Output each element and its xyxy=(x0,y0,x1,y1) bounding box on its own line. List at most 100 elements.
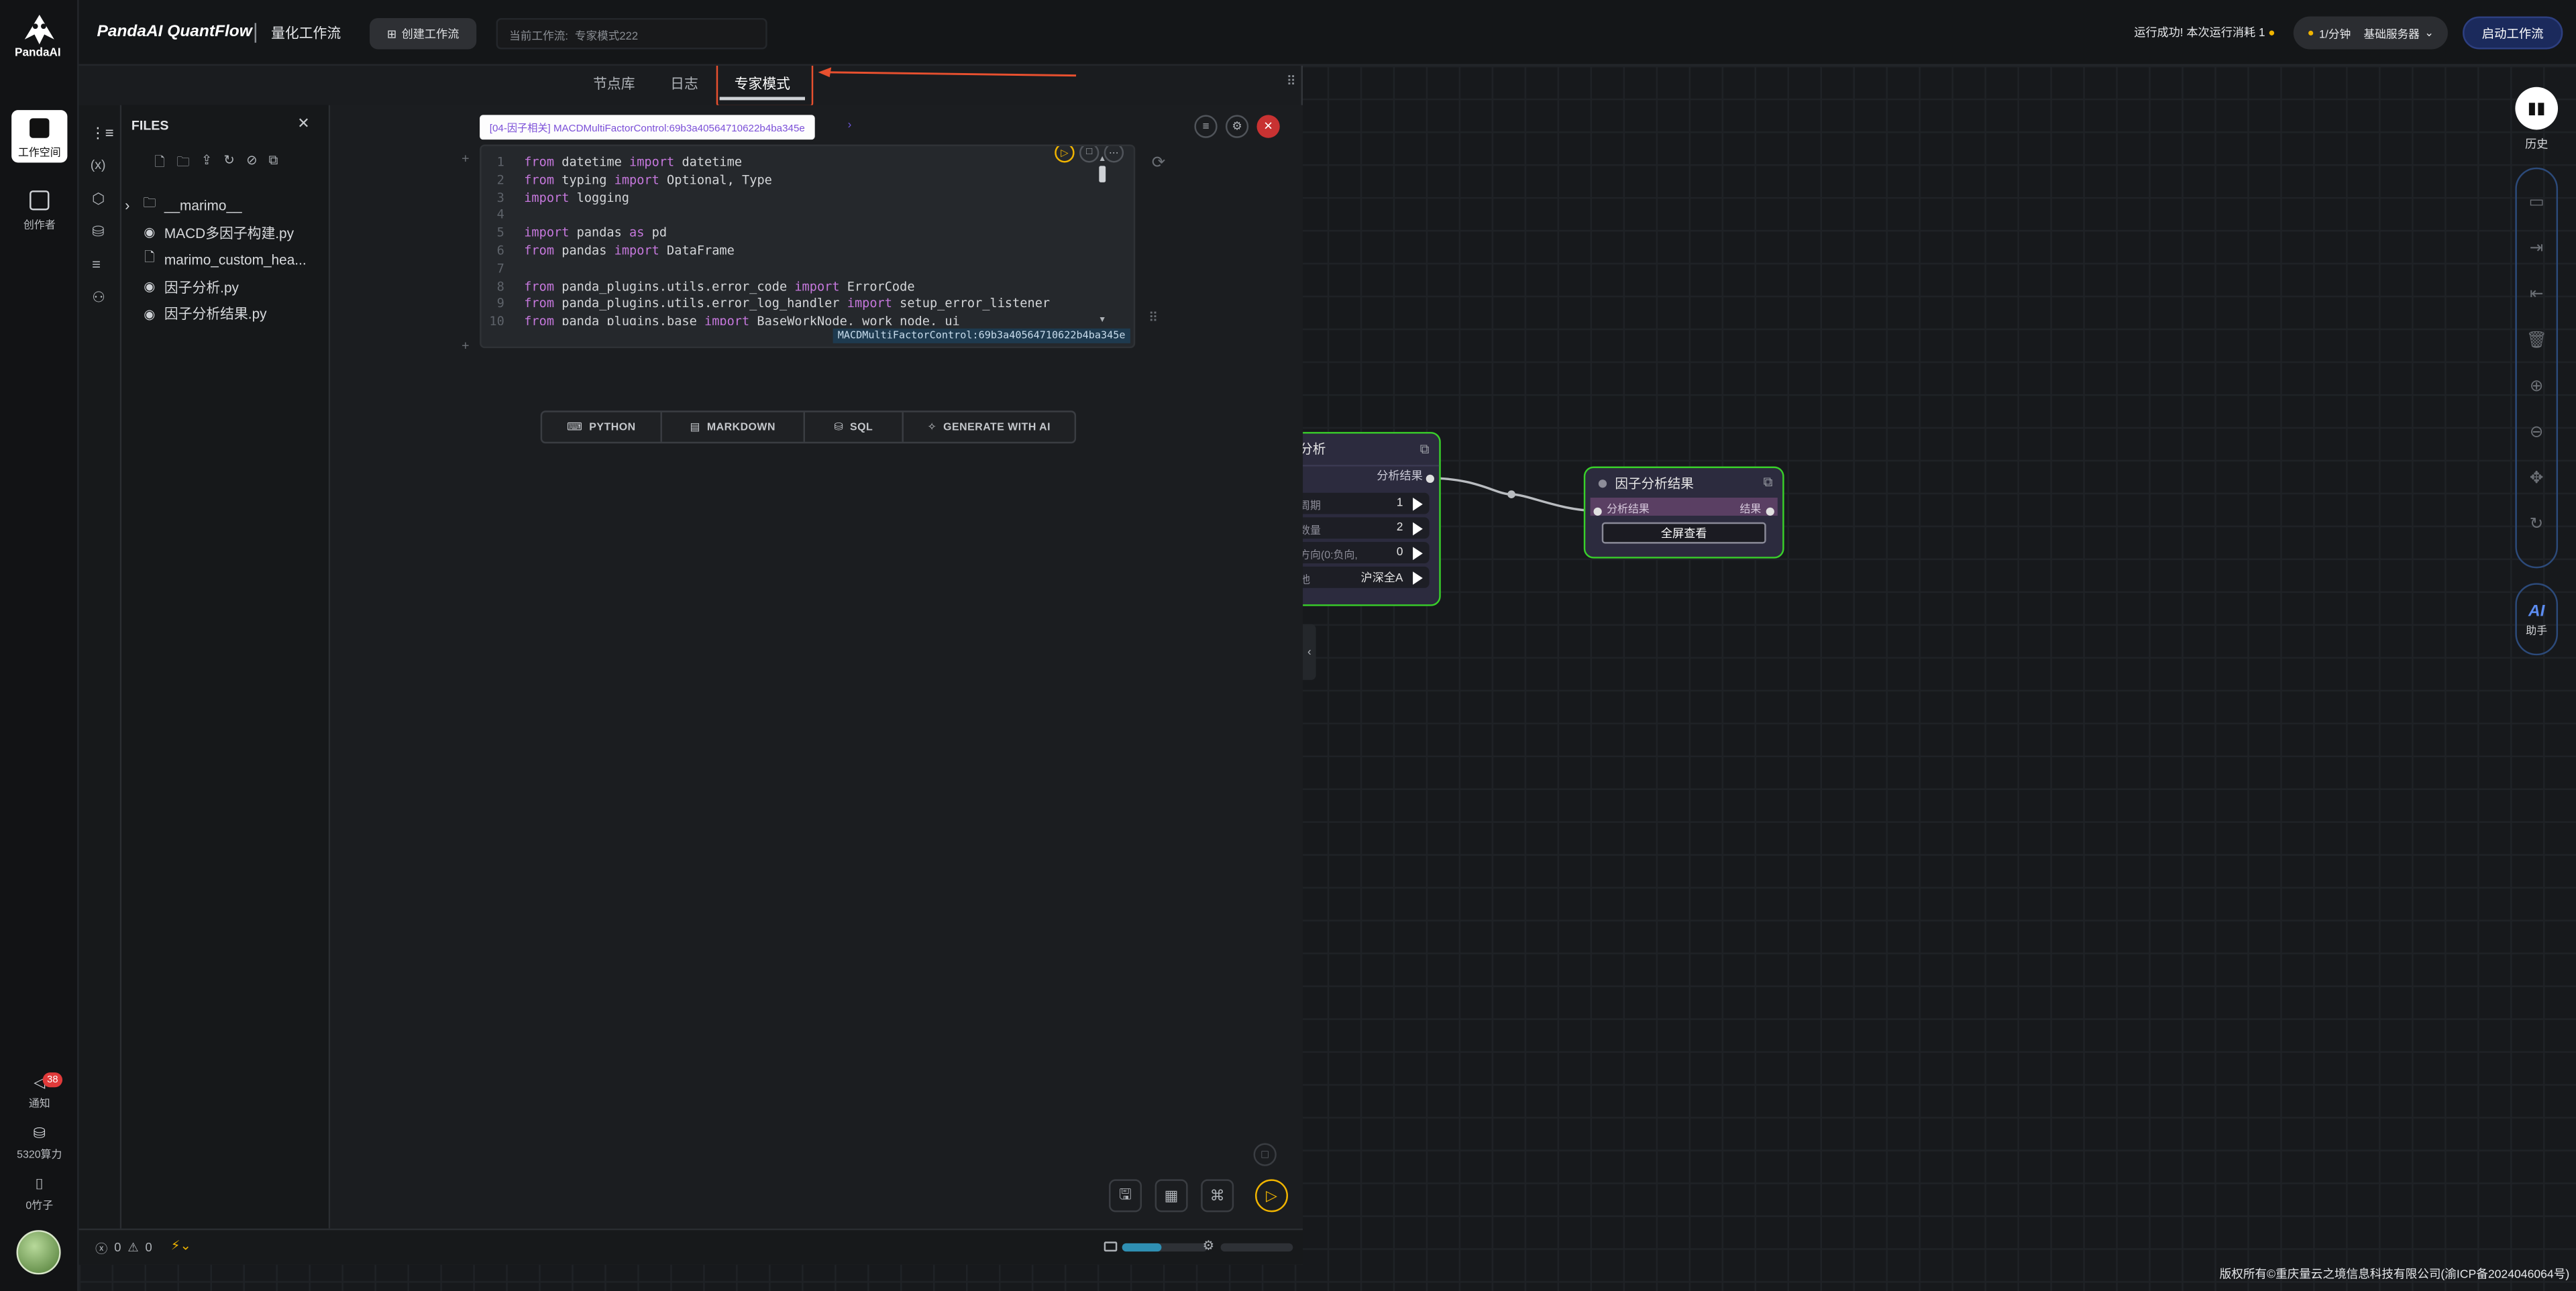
code-cell[interactable]: ▷ □ ⋯ 1 from datetime import datetime 2 fro… xyxy=(480,144,1136,349)
current-workflow-field[interactable]: 当前工作流: 专家模式222 xyxy=(496,17,767,50)
chevron-right-icon[interactable]: › xyxy=(848,120,852,131)
hide-icon[interactable]: ⊘ xyxy=(246,153,257,176)
save-icon[interactable]: ▭ xyxy=(2520,186,2553,219)
database-icon[interactable]: ⛁ xyxy=(92,223,104,241)
command-icon[interactable]: ⌘ xyxy=(1201,1179,1234,1213)
nav-compute[interactable]: ⛁ 5320算力 xyxy=(11,1125,67,1162)
cell-drag-handle-icon[interactable]: ⠿ xyxy=(1148,311,1158,325)
nav-workspace[interactable]: 工作空间 xyxy=(11,110,68,163)
problems-indicator[interactable]: ⓧ 0 ⚠ 0 xyxy=(95,1240,152,1258)
input-port[interactable] xyxy=(1593,507,1602,516)
fit-view-icon[interactable]: ✥ xyxy=(2520,461,2553,494)
package-icon[interactable]: ⬡ xyxy=(92,190,105,209)
code-text: from typing import Optional, Type xyxy=(524,172,772,187)
add-cell-below-icon[interactable]: + xyxy=(462,338,469,353)
close-icon[interactable]: ✕ xyxy=(297,115,309,133)
server-selector[interactable]: ● 1/分钟 基础服务器 ⌄ xyxy=(2293,16,2448,50)
file-item[interactable]: ◉ 因子分析结果.py xyxy=(125,300,322,327)
settings-icon[interactable]: ⚙ xyxy=(1225,115,1249,138)
add-sql-cell-button[interactable]: ⛁ SQL xyxy=(805,412,904,442)
close-panel-icon[interactable]: ✕ xyxy=(1256,115,1280,138)
node-input-label: 分析结果 xyxy=(1607,503,1650,515)
code-line: 10 from panda_plugins.base import BaseWor… xyxy=(482,314,1106,325)
ai-assistant-button[interactable]: AI 助手 xyxy=(2515,583,2559,656)
factor-result-node[interactable]: 因子分析结果 ⧉ 分析结果 结果 全屏查看 xyxy=(1583,466,1784,559)
dependency-graph-icon[interactable]: ⚇ xyxy=(92,289,105,307)
code-line: 5 import pandas as pd xyxy=(496,225,667,241)
drag-handle-icon[interactable]: ⠿ xyxy=(1287,74,1296,89)
chevron-down-icon: ⌄ xyxy=(2424,27,2434,40)
play-icon[interactable] xyxy=(1413,496,1423,510)
import-icon[interactable]: ⇤ xyxy=(2520,278,2553,311)
file-item[interactable]: › 🗀 __marimo__ xyxy=(125,192,322,219)
nav-notify[interactable]: ◁ 通知 38 xyxy=(11,1072,67,1111)
add-markdown-cell-button[interactable]: ▤ MARKDOWN xyxy=(662,412,806,442)
app-title: PandaAI QuantFlow xyxy=(97,23,252,42)
param-value[interactable]: 0 xyxy=(1397,547,1403,559)
file-item[interactable]: ◉ MACD多因子构建.py xyxy=(125,219,322,246)
python-icon: ⌨ xyxy=(567,422,583,434)
code-line: 4 xyxy=(496,207,504,223)
nav-creator[interactable]: 创作者 xyxy=(11,190,67,231)
editor-scrollbar[interactable]: ▲ ▼ xyxy=(1097,154,1108,325)
refresh-icon[interactable]: ↻ xyxy=(223,153,234,176)
top-bar: PandaAI QuantFlow 量化工作流 ⊞ 创建工作流 当前工作流: 专家模… xyxy=(0,0,2576,66)
code-line: 2 from typing import Optional, Type xyxy=(496,172,772,187)
cell-tag[interactable]: [04-因子相关] MACDMultiFactorControl:69b3a40… xyxy=(480,115,815,140)
new-folder-icon[interactable]: 🗀 xyxy=(176,153,190,176)
nav-bamboo[interactable]: ⌷ 0竹子 xyxy=(11,1176,67,1212)
output-port[interactable] xyxy=(1766,507,1774,516)
add-cell-above-icon[interactable]: + xyxy=(462,151,469,166)
file-item[interactable]: 🗋 marimo_custom_hea... xyxy=(125,246,322,273)
chevron-right-icon[interactable]: › xyxy=(125,197,141,213)
menu-icon[interactable]: ≡ xyxy=(1194,115,1218,138)
error-icon: ⓧ xyxy=(95,1241,108,1257)
export-icon[interactable]: ⇥ xyxy=(2520,231,2553,264)
layout-icon[interactable]: ▦ xyxy=(1155,1179,1188,1213)
history-label: 历史 xyxy=(2525,139,2548,152)
edit-icon[interactable]: ⧉ xyxy=(1420,441,1430,457)
tab-logs[interactable]: 日志 xyxy=(670,74,698,93)
coin-icon: ● xyxy=(2307,27,2314,39)
collapse-icon[interactable]: ⧉ xyxy=(269,153,278,176)
refresh-cell-icon[interactable]: ⟳ xyxy=(1152,154,1166,172)
edit-icon[interactable]: ⧉ xyxy=(1763,475,1772,491)
files-tree-icon[interactable]: ⋮≡ xyxy=(91,125,114,143)
new-file-icon[interactable]: 🗋 xyxy=(154,153,165,176)
add-python-cell-button[interactable]: ⌨ PYTHON xyxy=(542,412,662,442)
play-icon[interactable] xyxy=(1413,521,1423,535)
play-icon[interactable] xyxy=(1413,571,1423,584)
create-workflow-button[interactable]: ⊞ 创建工作流 xyxy=(370,17,477,50)
output-port[interactable] xyxy=(1426,474,1434,484)
param-value[interactable]: 2 xyxy=(1397,522,1403,534)
generate-with-ai-button[interactable]: ✧ GENERATE WITH AI xyxy=(904,412,1075,442)
upload-icon[interactable]: ⇪ xyxy=(201,153,212,176)
variables-icon[interactable]: (x) xyxy=(91,158,106,172)
param-value[interactable]: 沪深全A xyxy=(1361,569,1403,585)
history-icon[interactable]: ▮▮ xyxy=(2515,87,2559,130)
delete-icon[interactable]: 🗑 xyxy=(2520,323,2553,356)
interrupt-icon[interactable]: □ xyxy=(1253,1143,1277,1166)
cpu-icon: ⚙ xyxy=(1202,1238,1215,1253)
outline-icon[interactable]: ≡ xyxy=(92,256,101,272)
warning-icon: ⚠ xyxy=(127,1239,139,1255)
param-value[interactable]: 1 xyxy=(1397,498,1403,509)
avatar[interactable] xyxy=(16,1230,61,1275)
zoom-in-icon[interactable]: ⊕ xyxy=(2520,370,2553,402)
tab-node-library[interactable]: 节点库 xyxy=(593,74,635,93)
reset-icon[interactable]: ↻ xyxy=(2520,508,2553,541)
start-workflow-button[interactable]: 启动工作流 xyxy=(2463,16,2563,50)
code-text: import logging xyxy=(524,190,630,205)
play-icon[interactable] xyxy=(1413,546,1423,559)
code-editor[interactable]: 1 from datetime import datetime 2 from typi… xyxy=(482,154,1106,325)
save-icon[interactable]: 🖫 xyxy=(1109,1179,1142,1213)
node-title: 因子分析结果 xyxy=(1615,475,1694,491)
file-item[interactable]: ◉ 因子分析.py xyxy=(125,274,322,300)
collapse-panel-handle[interactable]: ‹ xyxy=(1303,624,1316,680)
fullscreen-button[interactable]: 全屏查看 xyxy=(1601,522,1766,544)
code-text: from panda_plugins.utils.error_code impo… xyxy=(524,278,915,294)
lightning-icon[interactable]: ⚡⌄ xyxy=(171,1239,191,1253)
run-all-button[interactable]: ▷ xyxy=(1255,1179,1289,1213)
zoom-out-icon[interactable]: ⊖ xyxy=(2520,416,2553,449)
folder-icon: 🗀 xyxy=(143,196,156,211)
